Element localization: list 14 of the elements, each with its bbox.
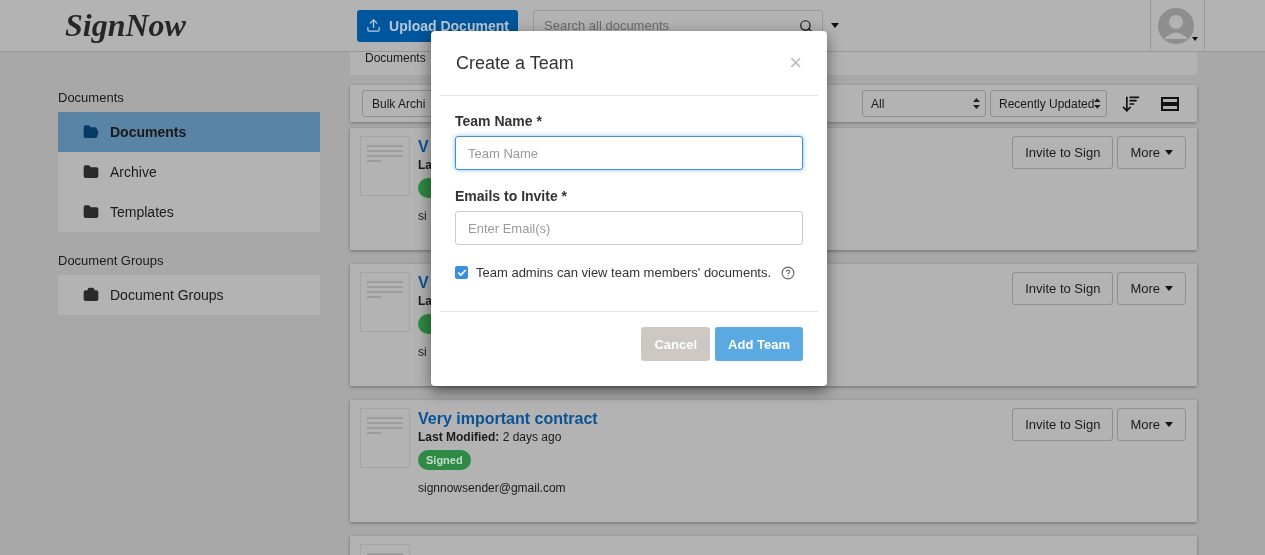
sender-email: signnowsender@gmail.com: [418, 481, 566, 495]
last-modified: Last Modified: 2 days ago: [418, 430, 562, 445]
checkbox-label: Team admins can view team members' documents.: [476, 265, 772, 280]
sender-email: si: [418, 345, 427, 359]
sender-email: si: [418, 209, 427, 223]
field-label: Team Name *: [455, 113, 543, 129]
logo: SignNow: [64, 7, 187, 44]
modal-title: Create a Team: [456, 52, 574, 74]
last-modified: La: [418, 158, 432, 173]
last-modified: La: [418, 294, 432, 309]
status-badge: Signed: [418, 450, 471, 470]
field-label: Emails to Invite *: [455, 188, 569, 204]
sidebar-heading: Document Groups: [58, 252, 165, 270]
sidebar-heading: Documents: [58, 89, 125, 107]
